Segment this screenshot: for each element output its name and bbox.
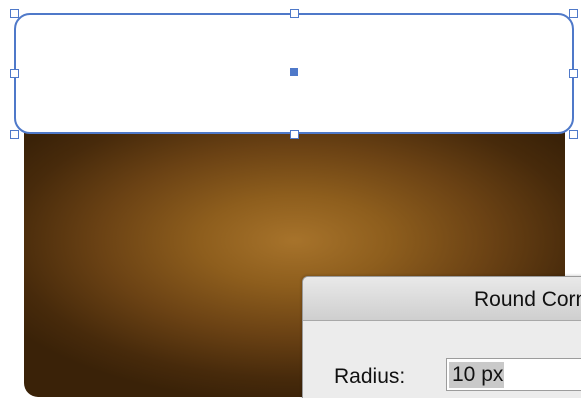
selection-handle-top-right[interactable] bbox=[569, 9, 578, 18]
dialog-titlebar[interactable]: Round Corners bbox=[303, 277, 581, 321]
selection-handle-bottom-right[interactable] bbox=[569, 130, 578, 139]
radius-value: 10 px bbox=[449, 362, 505, 388]
radius-input[interactable]: 10 px bbox=[446, 358, 581, 391]
round-corners-dialog: Round Corners Radius: 10 px bbox=[302, 276, 581, 398]
selection-handle-bottom-left[interactable] bbox=[10, 130, 19, 139]
artboard-canvas[interactable]: Round Corners Radius: 10 px bbox=[0, 0, 581, 398]
selection-center-point[interactable] bbox=[290, 68, 298, 76]
selection-handle-top-left[interactable] bbox=[10, 9, 19, 18]
radius-label: Radius: bbox=[334, 365, 406, 388]
selection-handle-bottom[interactable] bbox=[290, 130, 299, 139]
selection-handle-top[interactable] bbox=[290, 9, 299, 18]
selection-handle-left[interactable] bbox=[10, 69, 19, 78]
dialog-title: Round Corners bbox=[474, 288, 581, 311]
selection-handle-right[interactable] bbox=[569, 69, 578, 78]
